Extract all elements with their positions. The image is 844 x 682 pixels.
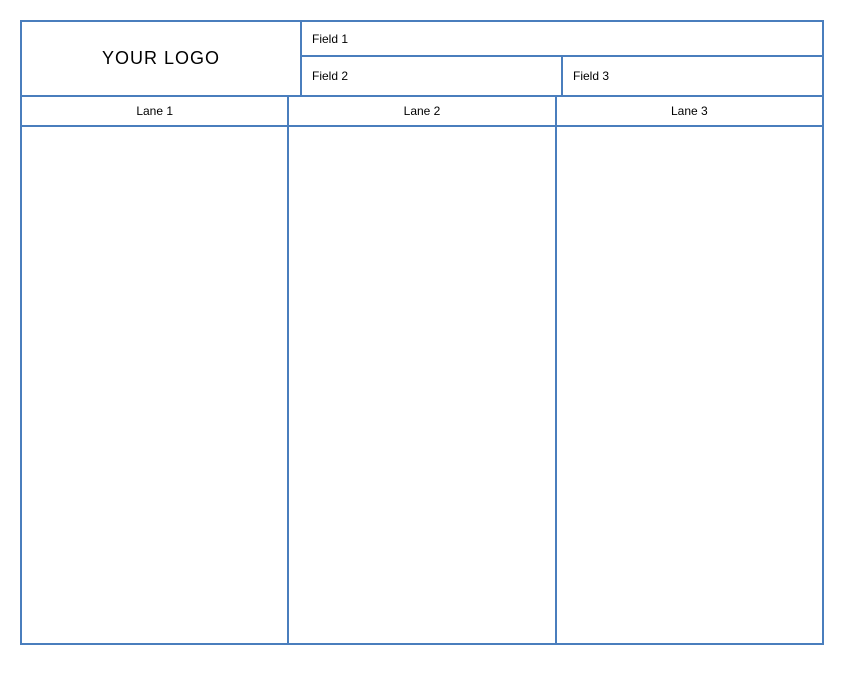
field23-row: Field 2 Field 3: [302, 57, 822, 95]
lane3-header: Lane 3: [557, 97, 822, 125]
field1-label: Field 1: [312, 32, 348, 46]
lane2-label: Lane 2: [404, 104, 441, 118]
lane3-body: [557, 127, 822, 643]
field2-label: Field 2: [312, 69, 348, 83]
lane2-body: [289, 127, 556, 643]
field3-label: Field 3: [573, 69, 609, 83]
swimlane-template: YOUR LOGO Field 1 Field 2 Field 3 Lane 1…: [20, 20, 824, 645]
logo-text: YOUR LOGO: [102, 48, 220, 69]
lane1-header: Lane 1: [22, 97, 289, 125]
fields-column: Field 1 Field 2 Field 3: [302, 22, 822, 95]
header-row: YOUR LOGO Field 1 Field 2 Field 3: [22, 22, 822, 95]
logo-cell: YOUR LOGO: [22, 22, 302, 95]
field1-cell: Field 1: [302, 22, 822, 57]
field3-cell: Field 3: [563, 57, 822, 95]
lanes-body: [22, 127, 822, 643]
field2-cell: Field 2: [302, 57, 563, 95]
lane1-body: [22, 127, 289, 643]
lanes-header: Lane 1 Lane 2 Lane 3: [22, 95, 822, 127]
lane2-header: Lane 2: [289, 97, 556, 125]
lane1-label: Lane 1: [136, 104, 173, 118]
lane3-label: Lane 3: [671, 104, 708, 118]
